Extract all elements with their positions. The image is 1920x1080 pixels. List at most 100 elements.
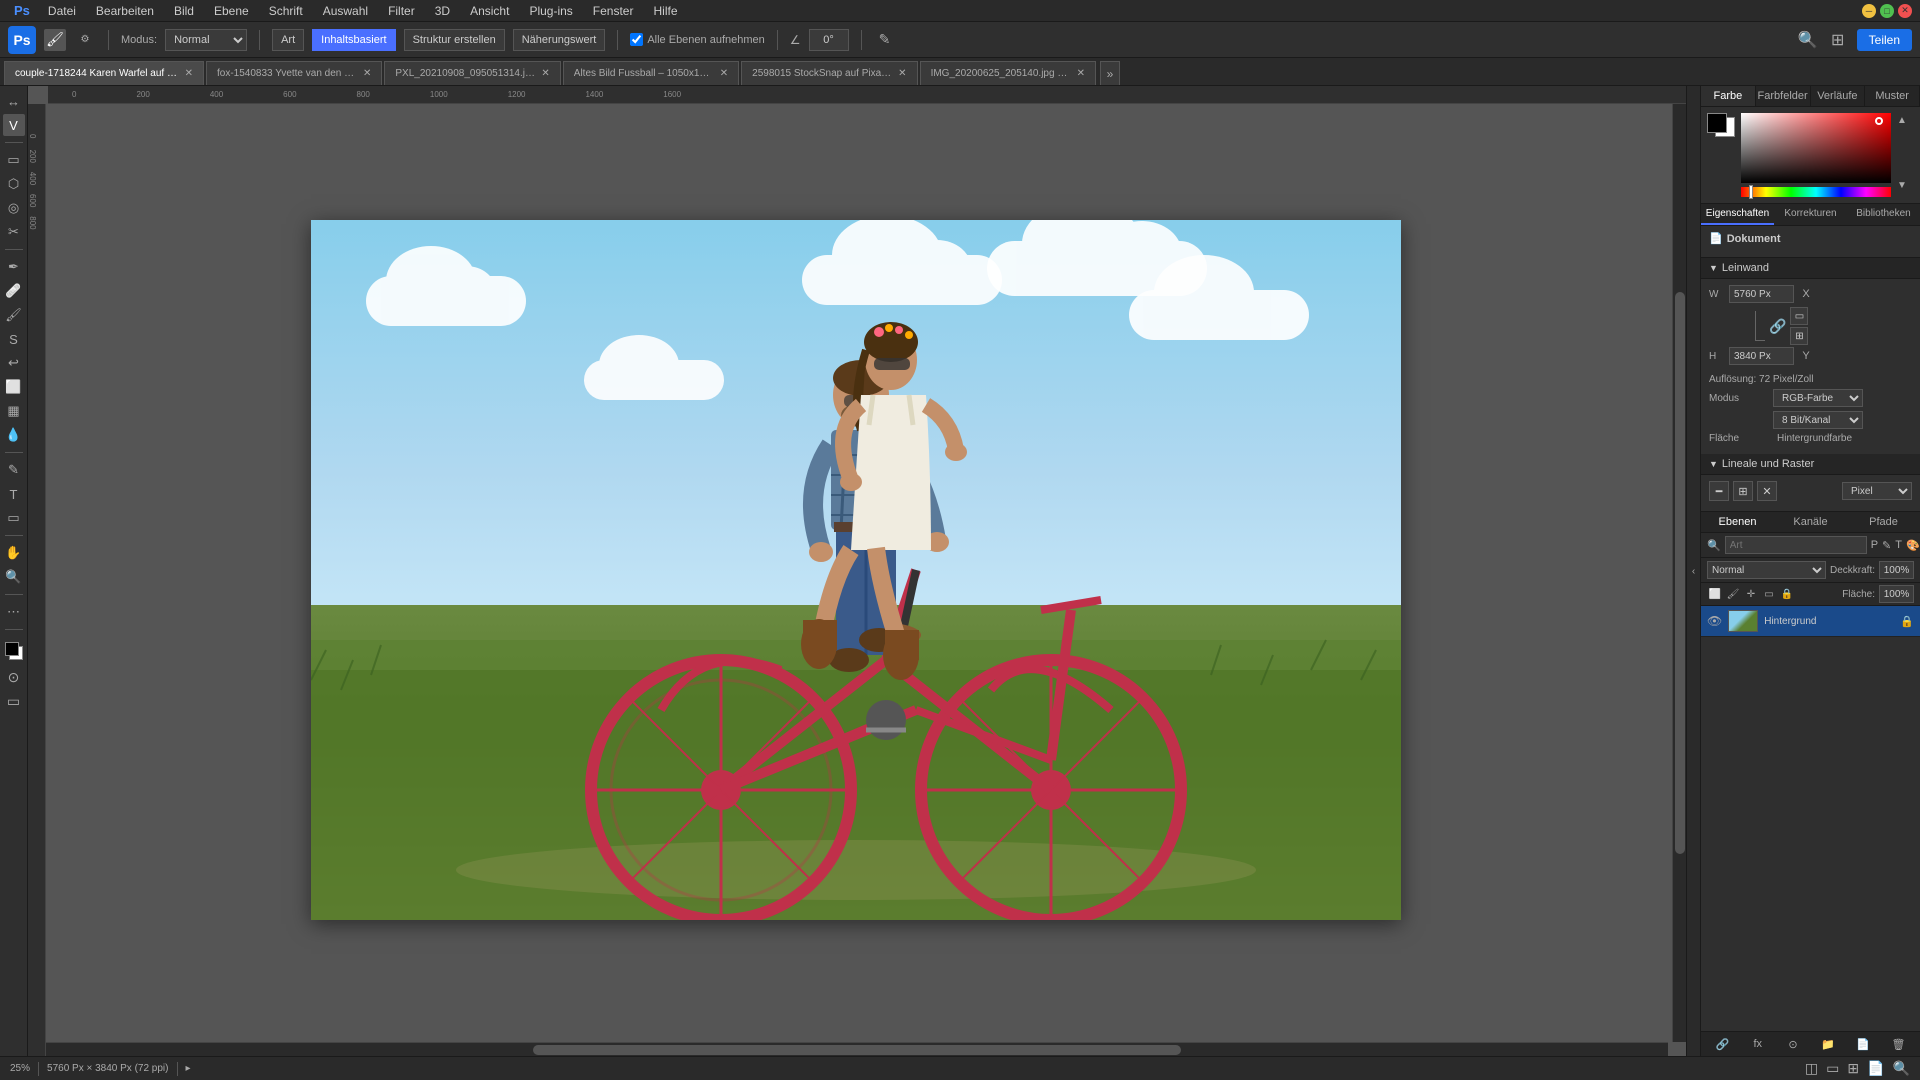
tab-3-close[interactable]: ✕: [720, 68, 728, 79]
object-select-tool[interactable]: ◎: [3, 197, 25, 219]
hue-slider[interactable]: [1741, 187, 1891, 197]
status-icon-1[interactable]: ◫: [1805, 1060, 1818, 1077]
blur-tool[interactable]: 💧: [3, 424, 25, 446]
tab-muster[interactable]: Muster: [1865, 86, 1920, 106]
tab-verlaeufe[interactable]: Verläufe: [1811, 86, 1866, 106]
panel-toggle[interactable]: ‹: [1686, 86, 1700, 1056]
status-icon-4[interactable]: 📄: [1867, 1060, 1884, 1077]
alle-ebenen-checkbox[interactable]: [630, 33, 643, 46]
menu-item-fenster[interactable]: Fenster: [585, 2, 642, 20]
vertical-scrollbar[interactable]: [1672, 104, 1686, 1042]
zoom-tool[interactable]: 🔍: [3, 566, 25, 588]
leinwand-x-btn[interactable]: X: [1798, 286, 1814, 302]
lock-all-btn[interactable]: 🔒: [1779, 586, 1795, 602]
link-layers-btn[interactable]: 🔗: [1707, 1035, 1738, 1053]
eyedropper-tool[interactable]: ✒: [3, 256, 25, 278]
horizontal-scrollbar[interactable]: [46, 1042, 1668, 1056]
tab-1[interactable]: fox-1540833 Yvette van den Berg pixabay.…: [206, 61, 382, 85]
healing-brush-tool[interactable]: 🖌: [44, 29, 66, 51]
tab-1-close[interactable]: ✕: [363, 68, 371, 79]
naeherung-button[interactable]: Näherungswert: [513, 29, 606, 51]
screen-mode-tool[interactable]: ▭: [3, 690, 25, 712]
tab-ebenen[interactable]: Ebenen: [1701, 512, 1774, 532]
tab-5-close[interactable]: ✕: [1077, 68, 1085, 79]
tab-2[interactable]: PXL_20210908_095051314.jpg bei... ✕: [384, 61, 560, 85]
quick-mask-tool[interactable]: ⊙: [3, 666, 25, 688]
modus-select[interactable]: RGB-Farbe: [1773, 389, 1863, 407]
tab-0[interactable]: couple-1718244 Karen Warfel auf Pixabay.…: [4, 61, 204, 85]
new-group-btn[interactable]: 📁: [1813, 1035, 1844, 1053]
pen-tool[interactable]: ✎: [3, 459, 25, 481]
tab-0-close[interactable]: ✕: [185, 68, 193, 79]
canvas-size-btn-2[interactable]: ⊞: [1790, 327, 1808, 345]
tab-4[interactable]: 2598015 StockSnap auf Pixabay.jpg ✕: [741, 61, 917, 85]
tool-option-2[interactable]: ⚙: [74, 29, 96, 51]
tab-2-close[interactable]: ✕: [541, 68, 549, 79]
tab-farbfelder[interactable]: Farbfelder: [1756, 86, 1811, 106]
link-icon[interactable]: 🔗: [1769, 318, 1786, 335]
foreground-color-swatch[interactable]: [1707, 113, 1727, 133]
opacity-input[interactable]: [1879, 561, 1914, 579]
layers-filter-btn-2[interactable]: ✎: [1882, 536, 1891, 554]
crop-tool[interactable]: ✂: [3, 221, 25, 243]
struktur-button[interactable]: Struktur erstellen: [404, 29, 505, 51]
menu-item-ansicht[interactable]: Ansicht: [462, 2, 517, 20]
toolbar-extra-icon[interactable]: ✎: [874, 29, 896, 51]
fill-input[interactable]: [1879, 585, 1914, 603]
layers-filter-btn-4[interactable]: 🎨: [1906, 536, 1920, 554]
lineale-icon-1[interactable]: ━: [1709, 481, 1729, 501]
tabs-more-button[interactable]: »: [1100, 61, 1120, 85]
share-button[interactable]: Teilen: [1857, 29, 1912, 51]
tab-4-close[interactable]: ✕: [898, 68, 906, 79]
color-swatches-tool[interactable]: [3, 640, 25, 662]
text-tool[interactable]: T: [3, 483, 25, 505]
status-arrow[interactable]: ▸: [186, 1063, 191, 1074]
fg-bg-swatches[interactable]: [1707, 113, 1727, 133]
tab-pfade[interactable]: Pfade: [1847, 512, 1920, 532]
menu-item-bild[interactable]: Bild: [166, 2, 202, 20]
layer-mode-select[interactable]: Normal: [1707, 561, 1826, 579]
lasso-tool[interactable]: ⬡: [3, 173, 25, 195]
lineale-icon-2[interactable]: ⊞: [1733, 481, 1753, 501]
layers-filter-btn-3[interactable]: T: [1895, 536, 1902, 554]
lock-position-btn[interactable]: ✛: [1743, 586, 1759, 602]
status-icon-5[interactable]: 🔍: [1893, 1060, 1910, 1077]
eraser-tool[interactable]: ⬜: [3, 376, 25, 398]
tab-kanaele[interactable]: Kanäle: [1774, 512, 1847, 532]
leinwand-header[interactable]: ▼ Leinwand: [1701, 258, 1920, 279]
canvas-image[interactable]: [311, 220, 1401, 920]
lineale-icon-3[interactable]: ✕: [1757, 481, 1777, 501]
arrange-icon[interactable]: ⊞: [1827, 29, 1849, 51]
artboard-tool[interactable]: V: [3, 114, 25, 136]
lineale-header[interactable]: ▼ Lineale und Raster: [1701, 454, 1920, 475]
inhalt-button[interactable]: Inhaltsbasiert: [312, 29, 395, 51]
color-gradient-picker[interactable]: [1741, 113, 1891, 183]
canvas-container[interactable]: [46, 104, 1666, 1036]
tab-5[interactable]: IMG_20200625_205140.jpg bei 16.. ✕: [920, 61, 1096, 85]
healing-brush[interactable]: 🩹: [3, 280, 25, 302]
search-icon[interactable]: 🔍: [1797, 29, 1819, 51]
lock-transparent-btn[interactable]: ⬜: [1707, 586, 1723, 602]
layer-effects-btn[interactable]: fx: [1742, 1035, 1773, 1053]
props-tab-bibliotheken[interactable]: Bibliotheken: [1847, 204, 1920, 225]
layer-visibility-icon[interactable]: 👁: [1707, 614, 1722, 628]
leinwand-y-btn[interactable]: Y: [1798, 348, 1814, 364]
hand-tool[interactable]: ✋: [3, 542, 25, 564]
status-icon-3[interactable]: ⊞: [1847, 1060, 1859, 1077]
props-tab-eigenschaften[interactable]: Eigenschaften: [1701, 204, 1774, 225]
move-tool[interactable]: ↔: [3, 90, 25, 112]
menu-item-ebene[interactable]: Ebene: [206, 2, 257, 20]
stamp-tool[interactable]: S: [3, 328, 25, 350]
gradient-tool[interactable]: ▦: [3, 400, 25, 422]
menu-item-schrift[interactable]: Schrift: [261, 2, 311, 20]
horizontal-scroll-thumb[interactable]: [533, 1045, 1182, 1055]
menu-item-filter[interactable]: Filter: [380, 2, 423, 20]
status-icon-2[interactable]: ▭: [1826, 1060, 1839, 1077]
minimize-button[interactable]: ─: [1862, 4, 1876, 18]
layer-item-hintergrund[interactable]: 👁 Hintergrund 🔒: [1701, 606, 1920, 637]
brush-tool[interactable]: 🖌: [3, 304, 25, 326]
menu-item-datei[interactable]: Datei: [40, 2, 84, 20]
layers-filter-btn-1[interactable]: P: [1871, 536, 1878, 554]
new-layer-btn[interactable]: 📄: [1848, 1035, 1879, 1053]
lock-artboard-btn[interactable]: ▭: [1761, 586, 1777, 602]
